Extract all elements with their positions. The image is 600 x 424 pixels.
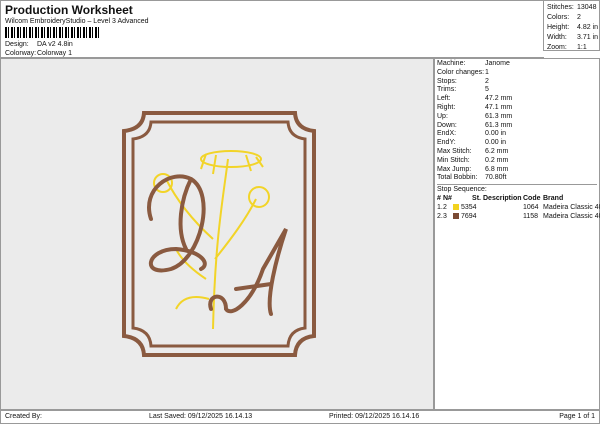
design-value: DA v2 4.8in [37, 41, 73, 48]
design-info: Design: DA v2 4.8in [5, 41, 73, 48]
detail-row: Total Bobbin: 70.80ft [437, 174, 597, 183]
stat-label: Height: [547, 24, 570, 31]
stat-row: Height: 4.82 in [547, 23, 599, 33]
design-details-panel: Machine: Janome Color changes:1 Stops: 2 Trim… [434, 58, 600, 410]
embroidery-design [122, 111, 316, 357]
colorway-value: Colorway 1 [37, 50, 73, 57]
detail-value: 61.3 mm [485, 121, 513, 129]
detail-row: Max Stitch: 6.2 mm [437, 148, 597, 157]
detail-row: Left: 47.2 mm [437, 95, 597, 104]
barcode [5, 27, 99, 38]
detail-row: EndY: 0.00 in [437, 139, 597, 148]
stat-label: Colors: [547, 14, 570, 21]
stat-value: 3.71 in [577, 34, 599, 41]
detail-value: Janome [485, 60, 510, 67]
detail-value: 0.00 in [485, 139, 507, 147]
worksheet-header: Production Worksheet Wilcom EmbroiderySt… [0, 0, 544, 58]
detail-label: Max Jump: [437, 165, 472, 173]
detail-value: 61.3 mm [485, 112, 513, 120]
stop-sequence-header: # N# St. DescriptionCode Brand [437, 195, 597, 204]
last-saved: Last Saved: 09/12/2025 16.14.13 [149, 413, 253, 420]
detail-value: 47.2 mm [485, 95, 513, 103]
stat-row: Stitches: 13048 [547, 3, 596, 13]
col-needle: N# [443, 194, 452, 202]
stop-sequence-title: Stop Sequence: [437, 186, 487, 194]
detail-label: Up: [437, 112, 448, 120]
detail-label: Stops: [437, 77, 457, 85]
design-preview [0, 58, 434, 410]
detail-label: Trims: [437, 86, 457, 94]
stop-row: 1.2 5354 1064 Madeira Classic 40 [437, 203, 600, 213]
stat-value: 13048 [577, 4, 597, 11]
stat-row: Colors: 2 [547, 13, 596, 23]
detail-label: Max Stitch: [437, 147, 472, 155]
stat-value: 2 [577, 14, 581, 21]
stitch-count: 7694 [461, 212, 477, 220]
detail-row: Down: 61.3 mm [437, 122, 597, 131]
detail-label: Left: [437, 95, 451, 103]
footer: Created By: Last Saved: 09/12/2025 16.14… [0, 410, 600, 424]
stat-value: 1:1 [577, 44, 587, 51]
stat-row: Width: 3.71 in [547, 33, 599, 43]
needle-number: 2 [443, 203, 447, 211]
detail-value: 6.8 mm [485, 165, 509, 173]
detail-row: Trims: 5 [437, 86, 597, 95]
detail-row: Min Stitch: 0.2 mm [437, 157, 597, 166]
printed-date: Printed: 09/12/2025 16.14.16 [329, 413, 420, 420]
needle-number: 3 [443, 212, 447, 220]
col-stitches: St. [472, 194, 481, 202]
detail-row: Color changes:1 [437, 69, 597, 78]
detail-row: Right: 47.1 mm [437, 104, 597, 113]
thread-brand: Madeira Classic 40 [543, 203, 600, 211]
detail-row: EndX: 0.00 in [437, 130, 597, 139]
detail-value: 70.80ft [485, 174, 507, 182]
detail-value: 5 [485, 86, 489, 94]
stop-sequence: Stop Sequence: # N# St. DescriptionCode Bran… [437, 184, 600, 222]
detail-label: Down: [437, 121, 457, 129]
detail-label: Machine: [437, 60, 466, 67]
stat-row: Zoom: 1:1 [547, 43, 596, 53]
detail-value: 2 [485, 77, 489, 85]
stats-box: Stitches: 13048 Colors: 2 Height: 4.82 in W… [543, 0, 600, 51]
col-description: Description [483, 194, 522, 202]
detail-label: EndY: [437, 139, 456, 147]
detail-label: Color changes: [437, 68, 485, 76]
stop-row: 2.3 7694 1158 Madeira Classic 40 [437, 212, 600, 222]
detail-value: 1 [485, 68, 489, 76]
detail-row: Max Jump: 6.8 mm [437, 166, 597, 175]
stitch-count: 5354 [461, 203, 477, 211]
detail-label: Total Bobbin: [437, 174, 478, 182]
thread-code: 1064 [523, 203, 539, 211]
software-name: Wilcom EmbroideryStudio – Level 3 Advanc… [5, 18, 149, 25]
detail-label: Min Stitch: [437, 156, 470, 164]
detail-row: Machine: Janome [437, 60, 597, 69]
col-brand: Brand [543, 194, 564, 202]
thread-brand: Madeira Classic 40 [543, 212, 600, 220]
page-title: Production Worksheet [5, 3, 133, 17]
detail-label: EndX: [437, 130, 457, 138]
detail-label: Right: [437, 103, 456, 111]
details-list: Machine: Janome Color changes:1 Stops: 2 Trim… [437, 60, 597, 183]
stat-label: Stitches: [547, 4, 574, 11]
detail-value: 0.00 in [485, 130, 507, 138]
page-number: Page 1 of 1 [559, 413, 595, 420]
col-code: Code [523, 194, 541, 202]
design-label: Design: [5, 41, 29, 48]
detail-value: 47.1 mm [485, 103, 513, 111]
thread-code: 1158 [523, 212, 539, 220]
detail-value: 6.2 mm [485, 147, 509, 155]
color-swatch [453, 212, 459, 219]
colorway-info: Colorway:Colorway 1 [5, 50, 72, 57]
stat-value: 4.82 in [577, 24, 599, 31]
color-swatch [453, 203, 459, 210]
detail-row: Up: 61.3 mm [437, 113, 597, 122]
detail-row: Stops: 2 [437, 78, 597, 87]
detail-value: 0.2 mm [485, 156, 509, 164]
created-by: Created By: [5, 413, 42, 420]
colorway-label: Colorway: [5, 50, 37, 57]
stat-label: Zoom: [547, 44, 567, 51]
stat-label: Width: [547, 34, 567, 41]
